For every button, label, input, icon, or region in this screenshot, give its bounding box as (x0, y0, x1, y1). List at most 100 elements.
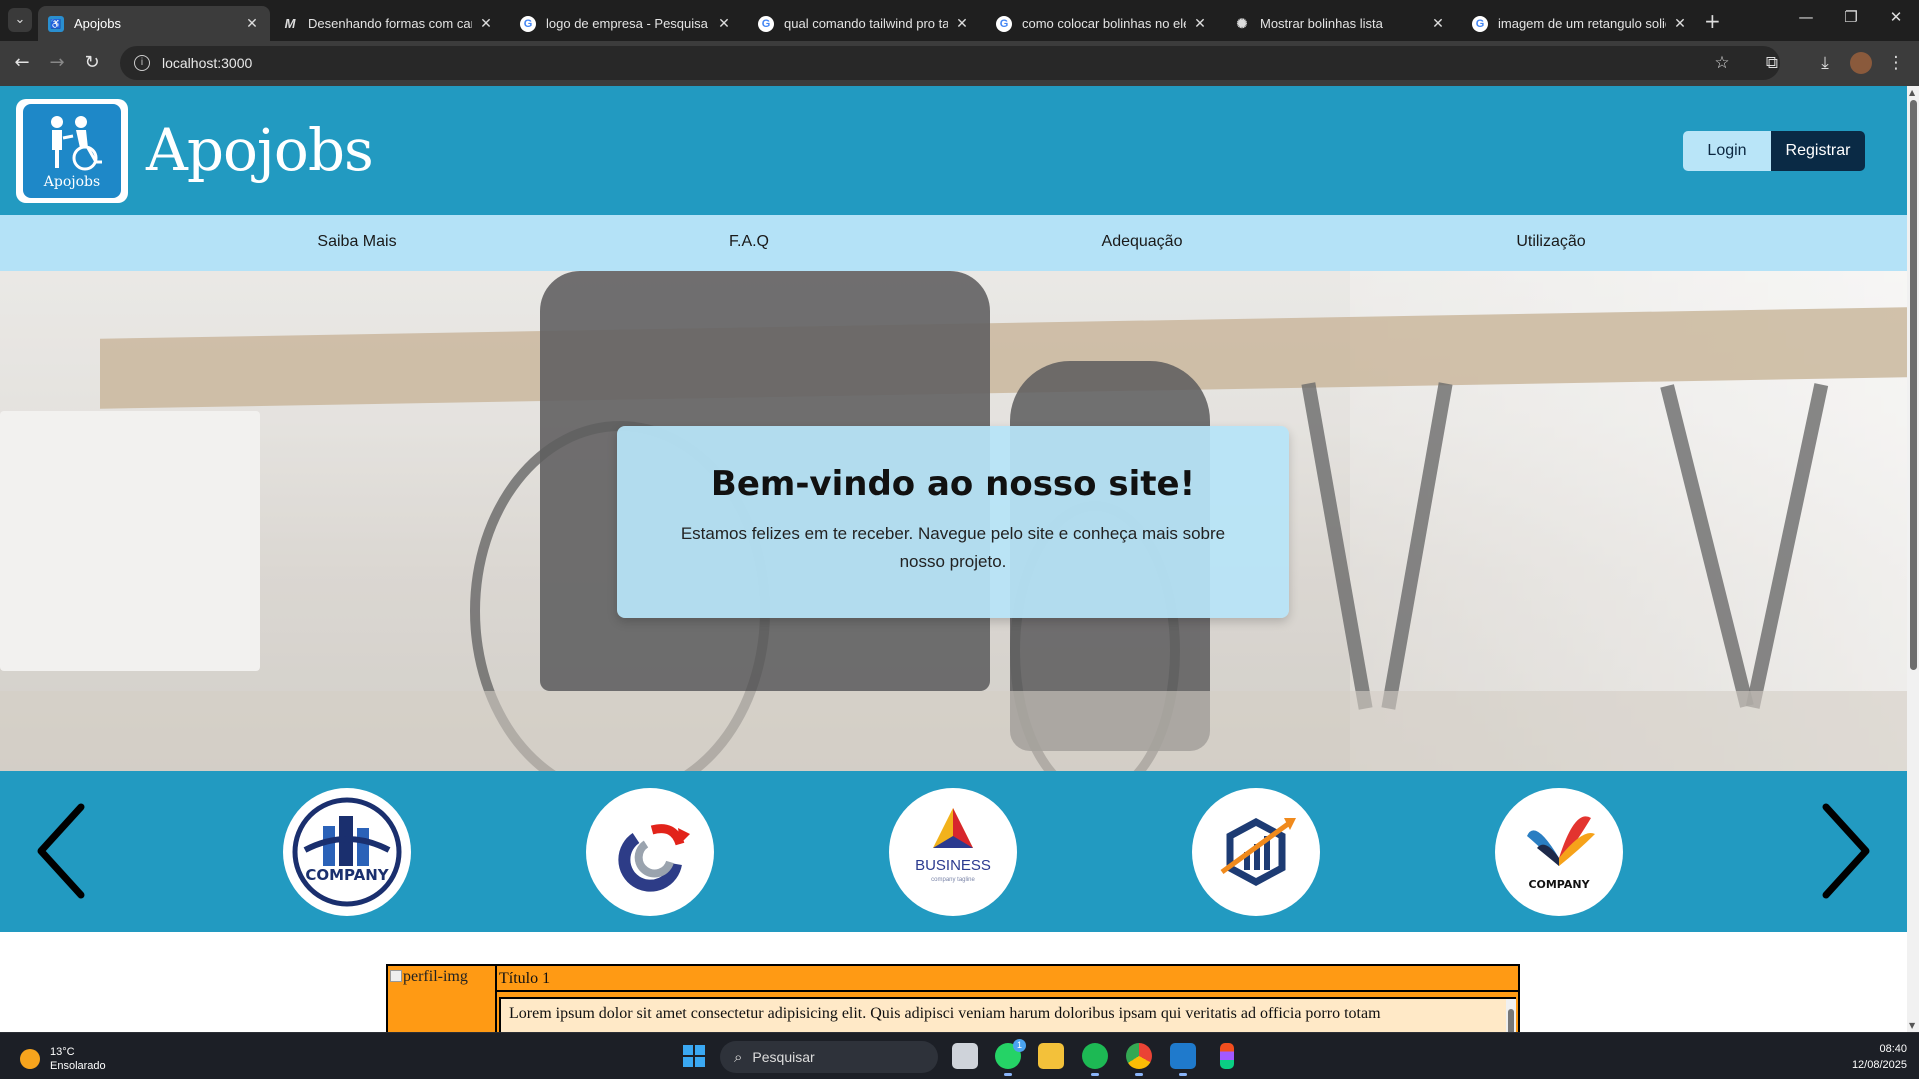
close-tab-icon[interactable]: ✕ (716, 15, 732, 32)
site-header: Apojobs Apojobs Login Registrar (0, 86, 1907, 215)
tab-canvas[interactable]: M Desenhando formas com canva ✕ (272, 6, 504, 41)
address-bar[interactable]: i localhost:3000 (120, 46, 1780, 80)
card-title: Título 1 (497, 966, 1518, 992)
login-button[interactable]: Login (1683, 131, 1771, 171)
apojobs-favicon-icon: ♿ (48, 15, 64, 32)
partner-logo-hexagon[interactable] (1192, 788, 1320, 916)
restore-button[interactable]: ❐ (1831, 8, 1871, 26)
tab-retangulo-search[interactable]: G imagem de um retangulo solid ✕ (1462, 6, 1698, 41)
partner-3-label: BUSINESS (915, 857, 991, 874)
google-favicon-icon: G (758, 15, 774, 32)
close-tab-icon[interactable]: ✕ (1192, 15, 1208, 32)
close-tab-icon[interactable]: ✕ (244, 15, 260, 32)
minimize-button[interactable]: — (1786, 8, 1826, 26)
reload-icon[interactable]: ↻ (80, 51, 104, 75)
site-logo[interactable]: Apojobs (16, 99, 128, 203)
page-viewport: Apojobs Apojobs Login Registrar Saiba Ma… (0, 86, 1907, 1032)
spotify-icon[interactable] (1082, 1043, 1108, 1076)
nav-adequacao[interactable]: Adequação (1102, 233, 1183, 251)
whatsapp-badge: 1 (1013, 1039, 1026, 1052)
partner-5-label: COMPANY (1528, 878, 1590, 891)
menu-kebab-icon[interactable]: ⋮ (1884, 51, 1908, 75)
tab-title: qual comando tailwind pro tam (784, 16, 948, 31)
partner-1-label: COMPANY (305, 866, 389, 884)
accessibility-logo-icon: Apojobs (23, 104, 121, 198)
sun-icon (20, 1049, 40, 1069)
browser-toolbar: ← → ↻ i localhost:3000 ☆ ⧉ ⤓ ⋮ (0, 41, 1919, 86)
vscode-icon[interactable] (1170, 1043, 1196, 1076)
chatgpt-favicon-icon: ✺ (1236, 15, 1248, 31)
close-tab-icon[interactable]: ✕ (478, 15, 494, 32)
google-favicon-icon: G (520, 15, 536, 32)
tab-logo-search[interactable]: G logo de empresa - Pesquisa Go ✕ (510, 6, 742, 41)
page-scrollbar-thumb[interactable] (1910, 100, 1917, 670)
nav-utilizacao[interactable]: Utilização (1516, 233, 1585, 251)
system-clock[interactable]: 08:40 12/08/2025 (1852, 1041, 1907, 1073)
carousel-prev-icon[interactable] (33, 801, 93, 901)
carousel-next-icon[interactable] (1814, 801, 1874, 901)
close-tab-icon[interactable]: ✕ (954, 15, 970, 32)
register-button[interactable]: Registrar (1771, 131, 1865, 171)
weather-desc: Ensolarado (50, 1060, 106, 1072)
google-favicon-icon: G (996, 15, 1012, 32)
windows-start-icon[interactable] (683, 1045, 705, 1067)
card-body-scrollbar[interactable] (1506, 999, 1516, 1032)
tab-title: Mostrar bolinhas lista (1260, 16, 1383, 31)
clock-date: 12/08/2025 (1851, 1059, 1907, 1071)
bookmark-star-icon[interactable]: ☆ (1710, 51, 1734, 75)
tab-chatgpt[interactable]: ✺ Mostrar bolinhas lista ✕ (1224, 6, 1456, 41)
nav-saiba-mais[interactable]: Saiba Mais (317, 233, 396, 251)
figma-icon[interactable] (1220, 1043, 1234, 1069)
page-scrollbar[interactable]: ▲ ▼ (1907, 86, 1919, 1032)
nav-faq[interactable]: F.A.Q (729, 233, 769, 251)
close-tab-icon[interactable]: ✕ (1430, 15, 1446, 32)
weather-widget[interactable]: 13°C Ensolarado (20, 1045, 106, 1073)
logo-caption: Apojobs (43, 174, 101, 190)
tab-title: como colocar bolinhas no elem (1022, 16, 1186, 31)
partner-logo-company[interactable]: COMPANY (283, 788, 411, 916)
file-explorer-icon[interactable] (1038, 1043, 1064, 1069)
tab-title: imagem de um retangulo solid (1498, 16, 1666, 31)
card-body-text[interactable]: Lorem ipsum dolor sit amet consectetur a… (499, 997, 1516, 1032)
tab-tailwind-search[interactable]: G qual comando tailwind pro tam ✕ (748, 6, 980, 41)
new-tab-button[interactable]: + (1704, 9, 1721, 33)
tab-title: Desenhando formas com canva (308, 16, 472, 31)
brand-title[interactable]: Apojobs (146, 116, 374, 184)
welcome-text: Estamos felizes em te receber. Navegue p… (680, 524, 1226, 571)
partners-carousel: COMPANY BUSINESS company tagline COMPANY (0, 771, 1907, 932)
profile-image-cell: perfil-img (388, 966, 497, 1032)
url-text: localhost:3000 (162, 55, 253, 71)
whatsapp-icon[interactable]: 1 (995, 1039, 1026, 1076)
tab-bolinhas-search[interactable]: G como colocar bolinhas no elem ✕ (986, 6, 1218, 41)
taskbar-search[interactable]: ⌕ Pesquisar (720, 1041, 938, 1073)
partner-3-sub: company tagline (931, 877, 975, 883)
partner-logo-wings[interactable]: COMPANY (1495, 788, 1623, 916)
welcome-title: Bem-vindo ao nosso site! (710, 464, 1196, 504)
download-icon[interactable]: ⤓ (1813, 51, 1837, 75)
task-view-icon[interactable] (952, 1043, 978, 1069)
windows-taskbar: 13°C Ensolarado ⌕ Pesquisar 1 08:40 12/0… (0, 1032, 1919, 1079)
broken-image-icon (390, 970, 402, 982)
extensions-icon[interactable]: ⧉ (1760, 51, 1784, 75)
chrome-icon[interactable] (1126, 1043, 1152, 1076)
tab-title: logo de empresa - Pesquisa Go (546, 16, 710, 31)
close-tab-icon[interactable]: ✕ (1672, 15, 1688, 32)
profile-card-table: perfil-img Título 1 Lorem ipsum dolor si… (386, 964, 1520, 1032)
back-icon[interactable]: ← (10, 51, 34, 75)
main-nav: Saiba Mais F.A.Q Adequação Utilização (0, 215, 1907, 271)
forward-icon[interactable]: → (45, 51, 69, 75)
browser-tab-strip: ⌄ ♿ Apojobs ✕ M Desenhando formas com ca… (0, 0, 1919, 41)
profile-avatar[interactable] (1850, 52, 1872, 74)
medium-favicon-icon: M (284, 15, 296, 31)
search-icon: ⌕ (734, 1048, 743, 1066)
clock-time: 08:40 (1879, 1043, 1907, 1055)
welcome-card: Bem-vindo ao nosso site! Estamos felizes… (617, 426, 1289, 618)
site-info-icon[interactable]: i (134, 55, 150, 71)
tab-search-button[interactable]: ⌄ (8, 8, 32, 32)
google-favicon-icon: G (1472, 15, 1488, 32)
partner-logo-business[interactable]: BUSINESS company tagline (889, 788, 1017, 916)
tab-apojobs[interactable]: ♿ Apojobs ✕ (38, 6, 270, 41)
close-window-button[interactable]: ✕ (1876, 8, 1916, 26)
partner-logo-swirl[interactable] (586, 788, 714, 916)
taskbar-search-placeholder: Pesquisar (752, 1049, 815, 1065)
